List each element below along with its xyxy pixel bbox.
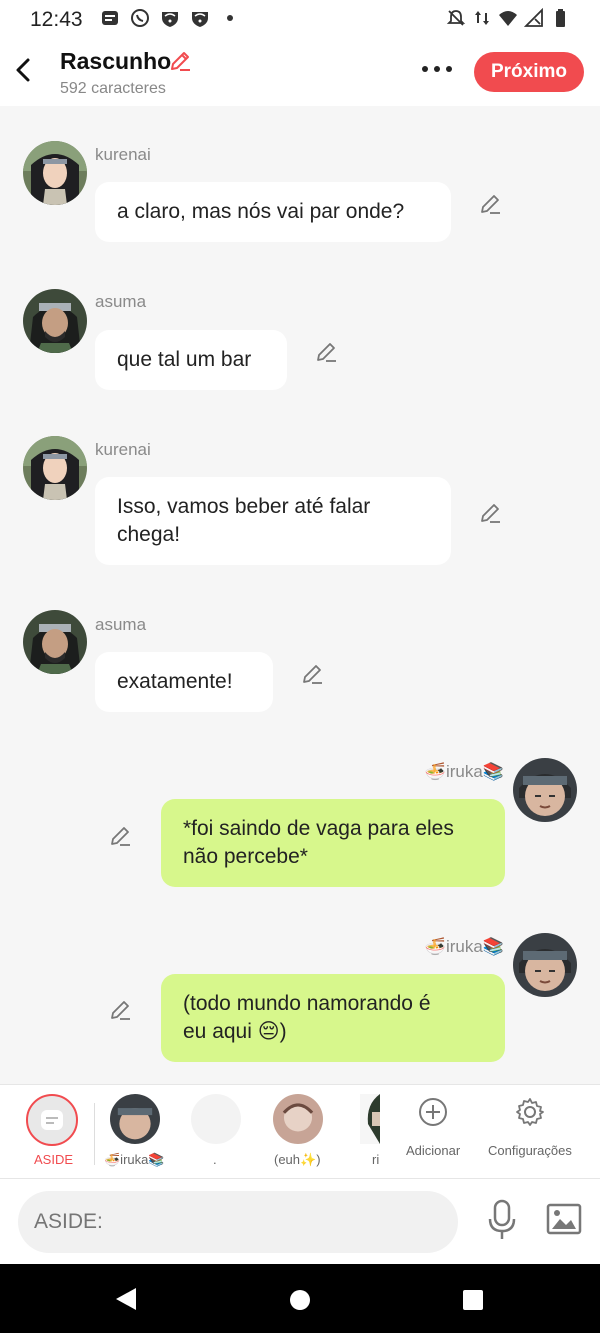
sender-name: kurenai [95, 440, 151, 459]
back-nav-icon[interactable] [114, 1286, 138, 1312]
gear-icon[interactable] [515, 1097, 545, 1127]
wifi-icon [499, 11, 517, 26]
battery-icon [556, 9, 565, 27]
edit-pencil-icon[interactable] [478, 192, 502, 216]
input-bar [0, 1178, 600, 1265]
status-time: 12:43 [30, 8, 83, 31]
sender-name: asuma [95, 292, 147, 311]
message-text-line: a claro, mas nós vai par onde? [117, 200, 405, 223]
toolbar-divider [94, 1103, 95, 1165]
mute-icon [446, 10, 466, 26]
character-label: ri [372, 1152, 380, 1167]
system-icons [446, 8, 570, 28]
sender-name: 🍜iruka📚 [424, 762, 504, 781]
dot-icon [227, 15, 233, 21]
edit-pencil-icon[interactable] [168, 49, 192, 73]
message-bubble[interactable]: a claro, mas nós vai par onde? [95, 182, 451, 242]
edit-pencil-icon[interactable] [314, 340, 338, 364]
character-avatar-iruka[interactable] [110, 1094, 160, 1144]
back-arrow-icon[interactable] [12, 56, 34, 84]
message-bubble[interactable]: (todo mundo namorando é eu aqui 😔) [161, 974, 505, 1062]
wifi-shield-icon [192, 12, 208, 27]
edit-pencil-icon[interactable] [300, 662, 324, 686]
avatar-kurenai[interactable] [23, 141, 87, 205]
edit-pencil-icon[interactable] [478, 501, 502, 525]
aside-button[interactable] [26, 1094, 78, 1146]
next-button[interactable]: Próximo [474, 52, 584, 92]
message-bubble[interactable]: Isso, vamos beber até falar chega! [95, 477, 451, 565]
message-input[interactable] [18, 1191, 458, 1253]
message-text-line: exatamente! [117, 670, 233, 693]
character-avatar-euh[interactable] [273, 1094, 323, 1144]
avatar-asuma[interactable] [23, 610, 87, 674]
edit-pencil-icon[interactable] [108, 824, 132, 848]
message-text-line: que tal um bar [117, 348, 252, 371]
message-notification-icon [102, 11, 118, 25]
message-text-line: eu aqui 😔) [183, 1020, 287, 1043]
aside-label: ASIDE [34, 1152, 74, 1167]
message-bubble[interactable]: *foi saindo de vaga para eles não perceb… [161, 799, 505, 887]
status-bar: 12:43 [0, 0, 600, 40]
notification-icons [100, 8, 240, 28]
settings-label[interactable]: Configurações [488, 1143, 572, 1158]
home-nav-icon[interactable] [288, 1288, 312, 1312]
data-arrows-icon [475, 11, 489, 25]
character-label: (euh✨) [274, 1152, 321, 1167]
message-bubble[interactable]: que tal um bar [95, 330, 287, 390]
android-nav-bar [0, 1264, 600, 1333]
sender-name: asuma [95, 615, 147, 634]
image-icon[interactable] [546, 1203, 582, 1235]
wifi-shield-icon [162, 12, 178, 27]
message-text-line: *foi saindo de vaga para eles [183, 817, 454, 840]
microphone-icon[interactable] [486, 1199, 518, 1241]
add-label[interactable]: Adicionar [406, 1143, 460, 1158]
message-bubble[interactable]: exatamente! [95, 652, 273, 712]
whatsapp-icon [131, 9, 149, 27]
sender-name: kurenai [95, 145, 151, 164]
avatar-iruka[interactable] [513, 758, 577, 822]
character-avatar-empty[interactable] [191, 1094, 241, 1144]
character-count: 592 caracteres [60, 80, 166, 97]
avatar-asuma[interactable] [23, 289, 87, 353]
signal-icon [524, 8, 543, 27]
add-icon[interactable] [418, 1097, 448, 1127]
character-label: 🍜iruka📚 [104, 1152, 165, 1167]
edit-pencil-icon[interactable] [108, 998, 132, 1022]
page-title: Rascunho [60, 48, 172, 74]
message-text-line: não percebe* [183, 845, 308, 868]
avatar-iruka[interactable] [513, 933, 577, 997]
avatar-kurenai[interactable] [23, 436, 87, 500]
more-options-icon[interactable] [420, 62, 454, 76]
chat-bubble-icon [41, 1110, 63, 1130]
character-toolbar: ASIDE 🍜iruka📚 . (euh✨) ri Adicionar Conf… [0, 1084, 600, 1179]
header: Rascunho 592 caracteres Próximo [0, 40, 600, 106]
sender-name: 🍜iruka📚 [424, 937, 504, 956]
message-text-line: Isso, vamos beber até falar [117, 495, 371, 518]
character-avatar-partial[interactable] [360, 1094, 380, 1144]
message-text-line: (todo mundo namorando é [183, 992, 431, 1015]
message-text-line: chega! [117, 523, 181, 546]
character-label: . [213, 1152, 217, 1167]
recents-nav-icon[interactable] [462, 1289, 484, 1311]
